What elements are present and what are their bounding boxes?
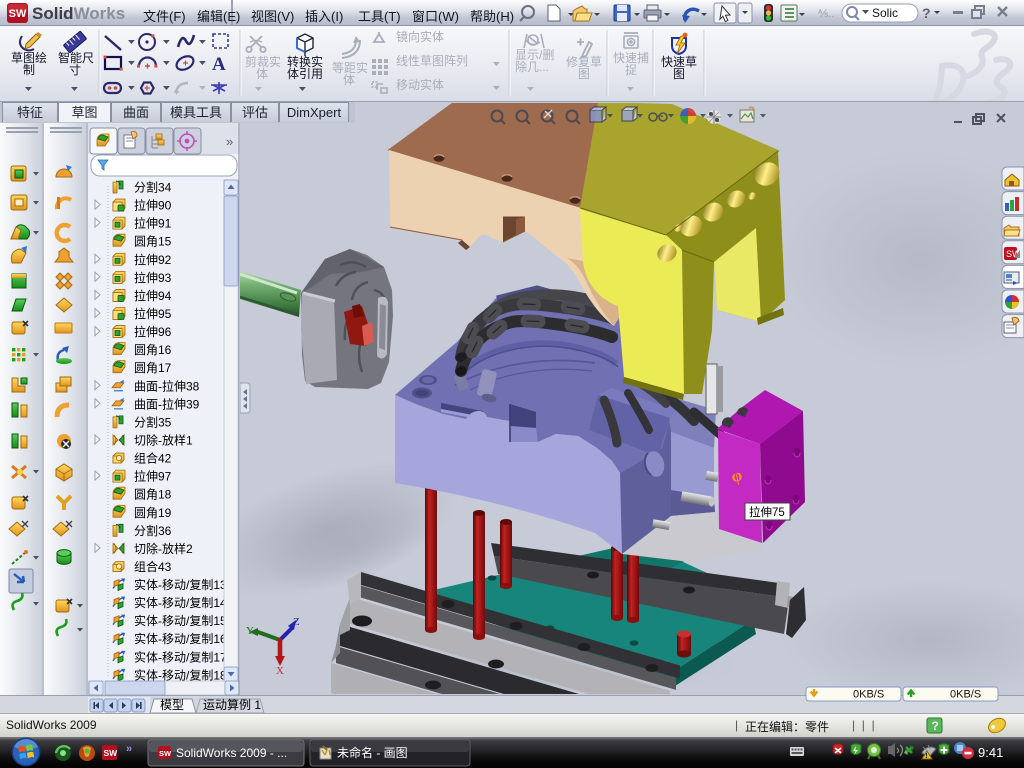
svg-text:圆角17: 圆角17 [134,361,172,375]
svg-text:体: 体 [256,67,268,81]
svg-text:拉伸96: 拉伸96 [134,324,172,339]
svg-text:线性草图阵列: 线性草图阵列 [396,54,468,68]
svg-text:实体-移动/复制16: 实体-移动/复制16 [134,631,227,646]
svg-text:9:41: 9:41 [978,745,1003,760]
svg-text:曲面-拉伸39: 曲面-拉伸39 [134,396,200,411]
svg-text:实体-移动/复制14: 实体-移动/复制14 [134,595,227,610]
svg-text:0KB/S: 0KB/S [853,689,884,701]
svg-text:组合43: 组合43 [134,559,172,574]
svg-text:SolidWorks: SolidWorks [32,4,125,23]
svg-text:除几...: 除几... [515,59,549,74]
svg-text:Y: Y [246,625,254,637]
svg-text:?: ? [922,5,931,21]
svg-text:切除-放样1: 切除-放样1 [134,433,193,448]
svg-text:实体-移动/复制18: 实体-移动/复制18 [134,667,227,682]
svg-text:镜向实体: 镜向实体 [396,29,444,44]
svg-text:圆角18: 圆角18 [134,488,172,502]
svg-text:切除-放样2: 切除-放样2 [134,541,193,556]
svg-text:SW: SW [9,8,27,20]
svg-text:»: » [226,134,233,149]
svg-text:拉伸93: 拉伸93 [134,270,172,285]
svg-text:拉伸94: 拉伸94 [134,288,172,303]
svg-text:体引用: 体引用 [287,67,323,81]
svg-text:圆角16: 圆角16 [134,343,172,357]
svg-text:图: 图 [673,67,685,81]
svg-text:SW: SW [104,748,119,758]
svg-text:实体-移动/复制15: 实体-移动/复制15 [134,613,227,628]
svg-text:»: » [126,743,132,755]
svg-text:拉伸95: 拉伸95 [134,306,172,321]
svg-text:分割35: 分割35 [134,414,172,429]
svg-text:圆角15: 圆角15 [134,235,172,249]
svg-text:组合42: 组合42 [134,451,172,466]
svg-text:?: ? [932,719,939,733]
svg-text:圆角19: 圆角19 [134,506,172,520]
svg-text:0KB/S: 0KB/S [950,689,981,701]
svg-text:体: 体 [343,73,355,87]
svg-text:分割34: 分割34 [134,180,172,195]
svg-text:⅍..: ⅍.. [817,8,834,20]
svg-text:移动实体: 移动实体 [396,77,444,92]
svg-text:A: A [212,54,226,75]
svg-text:!: ! [925,753,927,760]
svg-text:分割36: 分割36 [134,523,172,538]
svg-text:捉: 捉 [625,62,637,77]
svg-text:SolidWorks 2009 - ...: SolidWorks 2009 - ... [176,746,287,760]
svg-text:Z: Z [293,616,300,628]
svg-text:X: X [276,665,284,677]
svg-text:实体-移动/复制13: 实体-移动/复制13 [134,577,227,592]
svg-text:拉伸97: 拉伸97 [134,469,172,484]
svg-text:Solic: Solic [872,6,898,20]
svg-text:SW: SW [159,749,172,758]
svg-text:图: 图 [578,67,590,81]
svg-text:实体-移动/复制17: 实体-移动/复制17 [134,649,227,664]
svg-text:未命名 - 画图: 未命名 - 画图 [337,745,408,760]
svg-text:曲面-拉伸38: 曲面-拉伸38 [134,378,200,393]
svg-text:寸: 寸 [69,63,81,77]
svg-text:制: 制 [23,63,35,77]
svg-text:拉伸90: 拉伸90 [134,198,172,213]
svg-text:拉伸75: 拉伸75 [749,505,785,519]
svg-text:拉伸92: 拉伸92 [134,252,172,267]
svg-text:拉伸91: 拉伸91 [134,216,172,231]
